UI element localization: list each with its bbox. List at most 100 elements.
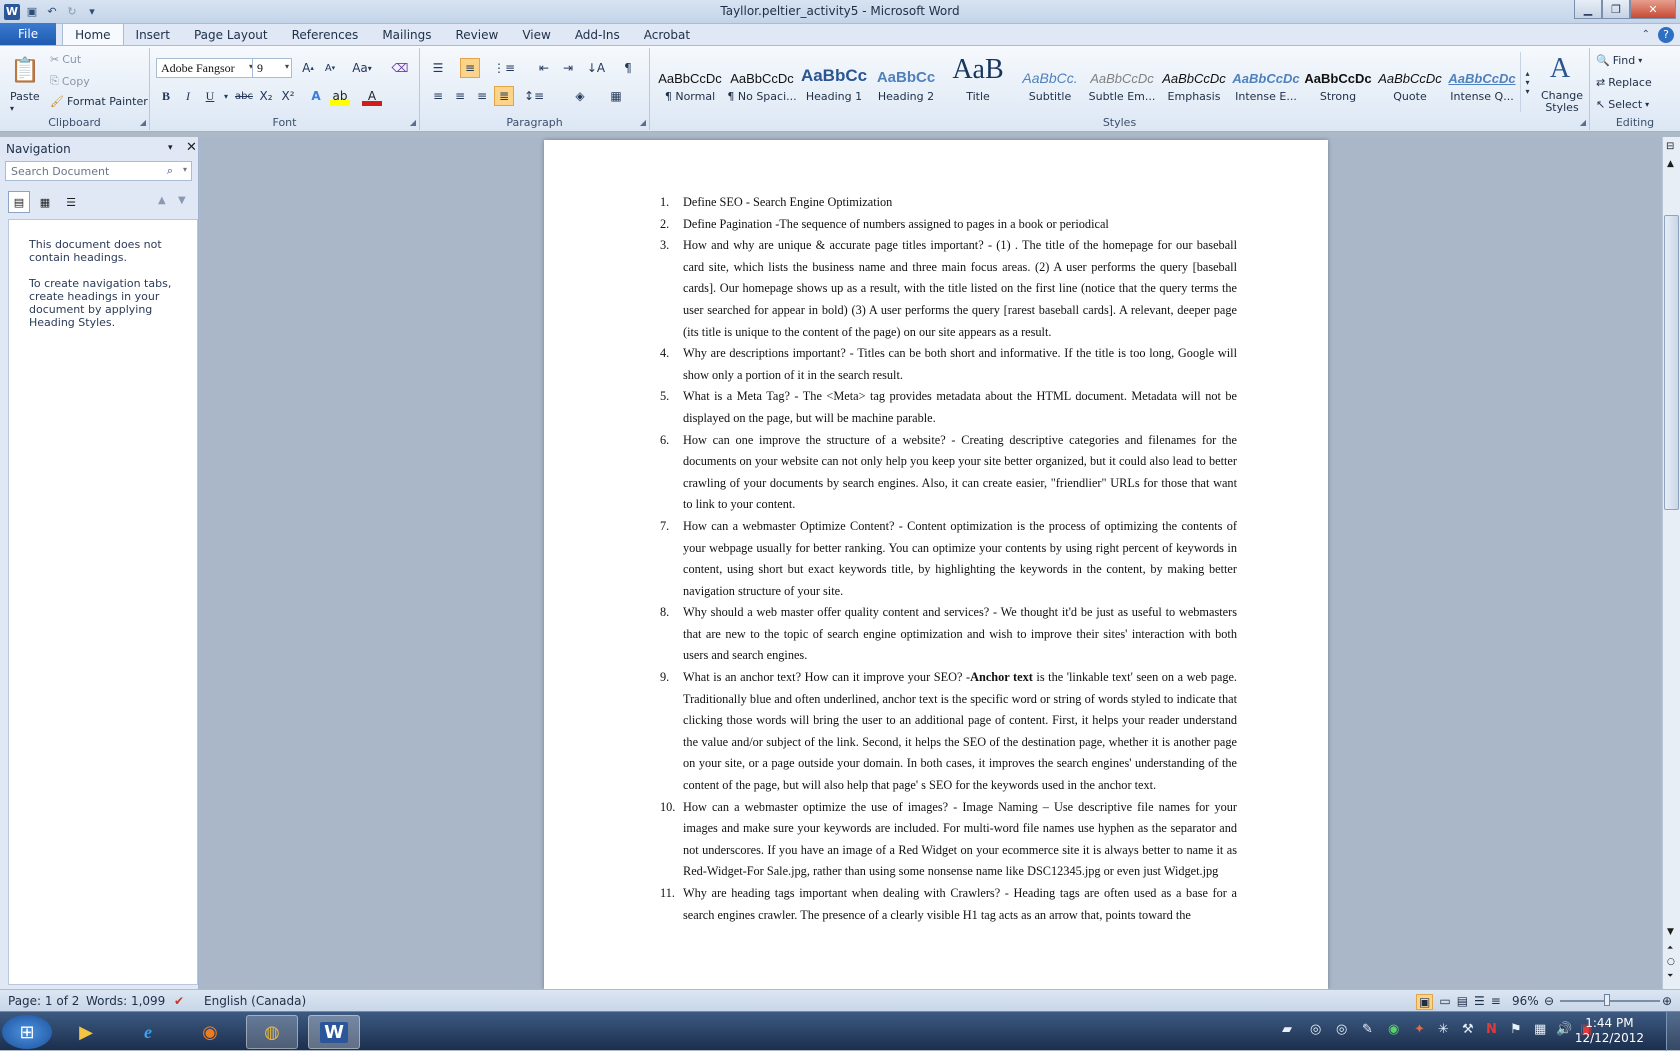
search-icon[interactable]: ⌕ (167, 164, 173, 178)
align-left-icon[interactable]: ≡ (428, 86, 448, 106)
copy-button[interactable]: ⎘ Copy (50, 74, 90, 88)
tab-file[interactable]: File (0, 23, 57, 45)
change-case-button[interactable]: Aa ▾ (348, 58, 376, 78)
font-color-icon[interactable]: A (362, 86, 382, 106)
paragraph-launcher-icon[interactable]: ◢ (640, 118, 646, 127)
borders-icon[interactable]: ▦ (606, 86, 626, 106)
align-center-icon[interactable]: ≡ (450, 86, 470, 106)
web-layout-icon[interactable]: ▤ (1457, 994, 1468, 1010)
zoom-slider[interactable] (1560, 1000, 1660, 1002)
superscript-button[interactable]: X² (278, 86, 298, 106)
styles-launcher-icon[interactable]: ◢ (1580, 118, 1586, 127)
show-marks-button[interactable]: ¶ (618, 58, 638, 78)
tab-page-layout[interactable]: Page Layout (182, 24, 280, 45)
maximize-button[interactable]: ❐ (1602, 0, 1630, 19)
zoom-out-icon[interactable]: ⊖ (1544, 994, 1554, 1008)
tab-acrobat[interactable]: Acrobat (632, 24, 702, 45)
clock[interactable]: 1:44 PM 12/12/2012 (1575, 1016, 1644, 1046)
previous-heading-icon[interactable]: ▲ (158, 195, 166, 206)
change-styles-button[interactable]: Change Styles (1540, 90, 1584, 114)
network-icon[interactable]: ▦ (1534, 1022, 1546, 1037)
list-item[interactable]: 4. Why are descriptions important? - Titl… (544, 343, 1328, 386)
volume-icon[interactable]: 🔊 (1556, 1022, 1572, 1037)
word-taskbar-icon[interactable]: W (308, 1015, 360, 1049)
tray-icon[interactable]: ▰ (1282, 1022, 1292, 1037)
close-icon[interactable]: ✕ (186, 140, 197, 155)
internet-explorer-icon[interactable]: e (122, 1015, 174, 1049)
list-item[interactable]: 8. Why should a web master offer quality … (544, 602, 1328, 667)
format-painter-button[interactable]: 🖌 Format Painter (50, 95, 148, 108)
sort-icon[interactable]: ↓A (586, 58, 606, 78)
tab-home[interactable]: Home (62, 23, 124, 45)
style-no-spacing[interactable]: AaBbCcDc ¶ No Spaci... (726, 54, 798, 114)
paste-icon[interactable]: 📋 (8, 54, 42, 86)
style-subtle-emphasis[interactable]: AaBbCcDc Subtle Em... (1086, 54, 1158, 114)
bold-button[interactable]: B (156, 86, 176, 106)
previous-page-icon[interactable]: ⏶ (1667, 943, 1673, 953)
line-spacing-icon[interactable]: ↕≡ (524, 86, 544, 106)
tray-icon[interactable]: ◎ (1336, 1022, 1347, 1037)
multilevel-list-icon[interactable]: ⋮≡ (493, 58, 515, 78)
print-layout-icon[interactable]: ▣ (1416, 994, 1434, 1010)
tray-icon[interactable]: ✎ (1362, 1022, 1373, 1037)
minimize-ribbon-icon[interactable]: ⌃ (1642, 29, 1650, 40)
page-count[interactable]: Page: 1 of 2 (8, 994, 79, 1008)
next-heading-icon[interactable]: ▼ (178, 195, 186, 206)
list-item[interactable]: 9. What is an anchor text? How can it imp… (544, 667, 1328, 797)
help-icon[interactable]: ? (1658, 26, 1674, 43)
style-emphasis[interactable]: AaBbCcDc Emphasis (1158, 54, 1230, 114)
change-styles-icon[interactable]: A (1538, 53, 1582, 84)
clear-formatting-icon[interactable]: ⌫ (390, 58, 410, 78)
list-item[interactable]: 6. How can one improve the structure of a… (544, 430, 1328, 516)
style-normal[interactable]: AaBbCcDc ¶ Normal (654, 54, 726, 114)
start-button[interactable]: ⊞ (2, 1015, 52, 1049)
media-player-icon[interactable]: ▶ (60, 1015, 112, 1049)
tray-icon[interactable]: ⚑ (1510, 1022, 1522, 1037)
style-intense-quote[interactable]: AaBbCcDc Intense Q... (1446, 54, 1518, 114)
font-size-combo[interactable]: 9 ▾ (252, 58, 292, 78)
draft-icon[interactable]: ≡ (1491, 994, 1501, 1010)
increase-indent-icon[interactable]: ⇥ (558, 58, 578, 78)
select-button[interactable]: ↖ Select ▾ (1596, 98, 1649, 111)
style-title[interactable]: AaB Title (942, 54, 1014, 114)
bullets-icon[interactable]: ☰ (428, 58, 448, 78)
styles-gallery-scroll[interactable]: ▴ ▾ ▾ (1520, 52, 1534, 112)
select-browse-object-icon[interactable]: ○ (1667, 957, 1675, 967)
list-item[interactable]: 3. How and why are unique & accurate page… (544, 235, 1328, 343)
strikethrough-button[interactable]: abc (234, 86, 254, 106)
grow-font-icon[interactable]: A ▴ (298, 58, 318, 78)
find-button[interactable]: 🔍 Find ▾ (1596, 54, 1642, 67)
tab-references[interactable]: References (280, 24, 371, 45)
zoom-slider-thumb[interactable] (1604, 994, 1610, 1006)
scrollbar-thumb[interactable] (1664, 215, 1679, 510)
list-item[interactable]: 7. How can a webmaster Optimize Content? … (544, 516, 1328, 602)
nav-options-icon[interactable]: ▾ (168, 143, 173, 153)
minimize-button[interactable]: ▁ (1574, 0, 1602, 19)
paste-dropdown-icon[interactable]: ▾ (10, 104, 14, 113)
search-input[interactable]: Search Document ⌕ ▾ (5, 161, 192, 181)
list-item[interactable]: 5. What is a Meta Tag? - The <Meta> tag p… (544, 386, 1328, 429)
highlight-icon[interactable]: ab (330, 86, 350, 106)
italic-button[interactable]: I (178, 86, 198, 106)
chevron-down-icon[interactable]: ▾ (183, 165, 187, 174)
tray-icon[interactable]: N (1486, 1022, 1497, 1037)
font-name-combo[interactable]: Adobe Fangsor ▾ (156, 58, 256, 78)
tab-insert[interactable]: Insert (124, 24, 182, 45)
subscript-button[interactable]: X₂ (256, 86, 276, 106)
ruler-icon[interactable]: ⊟ (1666, 141, 1674, 152)
tab-view[interactable]: View (510, 24, 562, 45)
tray-icon[interactable]: ◉ (1388, 1022, 1399, 1037)
replace-button[interactable]: ⇄ Replace (1596, 76, 1652, 89)
language-indicator[interactable]: English (Canada) (204, 994, 306, 1008)
shrink-font-icon[interactable]: A ▾ (320, 58, 340, 78)
list-item[interactable]: 10. How can a webmaster optimize the use… (544, 797, 1328, 883)
zoom-level[interactable]: 96% (1512, 994, 1539, 1008)
close-button[interactable]: ✕ (1630, 0, 1676, 19)
list-item[interactable]: 11. Why are heading tags important when d… (544, 883, 1328, 926)
style-heading-2[interactable]: AaBbCc Heading 2 (870, 54, 942, 114)
browse-headings-tab[interactable]: ▤ (8, 191, 30, 213)
style-intense-emphasis[interactable]: AaBbCcDc Intense E... (1230, 54, 1302, 114)
align-right-icon[interactable]: ≡ (472, 86, 492, 106)
shading-icon[interactable]: ◈ (570, 86, 590, 106)
style-quote[interactable]: AaBbCcDc Quote (1374, 54, 1446, 114)
